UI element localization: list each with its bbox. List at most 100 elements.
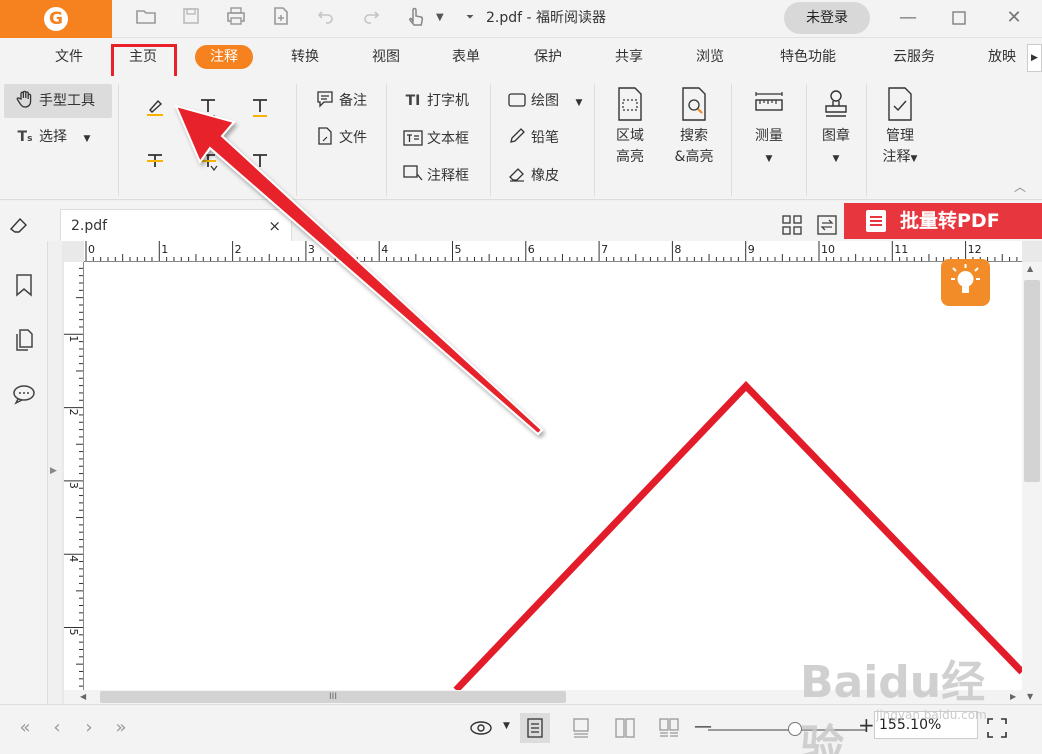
customize-dropdown-icon[interactable]: ⏷ — [466, 12, 474, 23]
ribbon-separator — [731, 84, 732, 196]
search-highlight-button[interactable]: 搜索 &高亮 — [667, 86, 721, 168]
reading-mode-icon[interactable] — [466, 713, 496, 743]
tab-presentation[interactable]: 放映 — [980, 38, 1024, 76]
search-highlight-icon — [682, 87, 706, 121]
save-icon[interactable] — [178, 6, 204, 32]
comments-icon[interactable] — [10, 383, 38, 411]
pages-icon[interactable] — [10, 328, 38, 356]
tab-annotate[interactable]: 注释 — [195, 45, 253, 69]
stamp-button[interactable]: 图章 ▼ — [814, 86, 858, 170]
stamp-dropdown-icon[interactable]: ▼ — [833, 154, 840, 164]
pointer-arrow — [174, 104, 544, 436]
ruler-icon — [755, 92, 783, 111]
strikeout-text-icon[interactable] — [141, 150, 169, 178]
ruler-label: 11 — [894, 243, 908, 256]
ruler-label: 5 — [67, 629, 80, 636]
tab-file[interactable]: 文件 — [46, 38, 92, 76]
zoom-out-icon[interactable]: — — [694, 716, 712, 737]
minimize-icon[interactable]: — — [884, 0, 932, 38]
tabs-scroll-right-icon[interactable]: ▶ — [1027, 44, 1042, 72]
maximize-icon[interactable] — [935, 0, 983, 38]
lightbulb-tip-button[interactable] — [941, 259, 990, 306]
tab-cloud[interactable]: 云服务 — [884, 38, 944, 76]
single-page-icon[interactable] — [520, 713, 550, 743]
scroll-left-icon[interactable]: ◀ — [80, 692, 86, 701]
close-icon[interactable]: ✕ — [990, 0, 1038, 38]
area-highlight-button[interactable]: 区域 高亮 — [605, 86, 655, 168]
manage-label-2: 注释 — [882, 149, 911, 165]
manage-dropdown-icon[interactable]: ▼ — [911, 154, 918, 164]
select-button[interactable]: Ts 选择 ▼ — [14, 122, 91, 152]
tab-view[interactable]: 视图 — [363, 38, 409, 76]
scroll-down-icon[interactable]: ▼ — [1027, 692, 1033, 701]
manage-comments-icon — [888, 87, 912, 121]
undo-icon[interactable] — [313, 6, 339, 32]
select-dropdown-icon[interactable]: ▼ — [83, 134, 90, 144]
ruler-label: 3 — [67, 482, 80, 489]
thumbnail-grid-icon[interactable] — [782, 215, 802, 239]
left-sidebar — [0, 241, 48, 704]
search-highlight-label-2: &高亮 — [674, 149, 714, 165]
expand-panel-icon[interactable]: ▶ — [50, 466, 57, 476]
previous-page-icon[interactable]: ‹ — [42, 713, 72, 743]
scroll-right-icon[interactable]: ▶ — [1010, 692, 1016, 701]
measure-dropdown-icon[interactable]: ▼ — [766, 154, 773, 164]
print-icon[interactable] — [223, 6, 249, 32]
ruler-label: 2 — [67, 409, 80, 416]
ruler-label: 12 — [968, 243, 982, 256]
ruler-label: 9 — [748, 243, 755, 256]
baidu-watermark: Baidu经验 — [800, 657, 986, 754]
ruler-label: 1 — [67, 335, 80, 342]
continuous-page-icon[interactable] — [566, 713, 596, 743]
touch-hand-icon[interactable] — [403, 6, 429, 32]
batch-convert-pdf-button[interactable]: 批量转PDF — [844, 203, 1042, 239]
ruler-label: 4 — [67, 555, 80, 562]
measure-label: 测量 — [755, 128, 783, 144]
text-select-icon: Ts — [17, 129, 33, 145]
document-tab-name: 2.pdf — [71, 218, 108, 234]
redo-icon[interactable] — [358, 6, 384, 32]
foxit-logo-icon: G — [44, 7, 68, 31]
measure-button[interactable]: 测量 ▼ — [746, 86, 792, 170]
ruler-label: 7 — [601, 243, 608, 256]
tab-convert[interactable]: 转换 — [282, 38, 328, 76]
app-logo[interactable]: G — [0, 0, 112, 38]
ruler-label: 0 — [88, 243, 95, 256]
ribbon-separator — [118, 84, 119, 196]
next-page-icon[interactable]: › — [74, 713, 104, 743]
baidu-watermark-url: jingyan.baidu.com — [876, 708, 987, 722]
ruler-label: 10 — [821, 243, 835, 256]
tab-form[interactable]: 表单 — [443, 38, 489, 76]
highlight-pen-icon[interactable] — [141, 96, 169, 124]
hand-tool-button[interactable]: 手型工具 — [4, 84, 112, 118]
login-button[interactable]: 未登录 — [784, 2, 870, 34]
ribbon-separator — [594, 84, 595, 196]
open-folder-icon[interactable] — [133, 6, 159, 32]
tab-share[interactable]: 共享 — [606, 38, 652, 76]
switch-window-icon[interactable] — [817, 215, 837, 239]
manage-comments-button[interactable]: 管理 注释▼ — [876, 86, 924, 170]
last-page-icon[interactable]: » — [106, 713, 136, 743]
horizontal-scroll-thumb[interactable]: III — [100, 691, 566, 703]
vertical-scroll-thumb[interactable] — [1024, 280, 1040, 482]
tab-features[interactable]: 特色功能 — [770, 38, 846, 76]
tab-browse[interactable]: 浏览 — [687, 38, 733, 76]
stamp-icon — [825, 90, 847, 117]
new-file-icon[interactable] — [268, 6, 294, 32]
reading-mode-dropdown-icon[interactable]: ▼ — [503, 721, 510, 731]
continuous-facing-icon[interactable] — [654, 713, 684, 743]
touch-dropdown-icon[interactable]: ▼ — [436, 12, 444, 23]
manage-label-1: 管理 — [886, 128, 914, 144]
vertical-ruler: 1 2 3 4 5 — [64, 262, 84, 690]
first-page-icon[interactable]: « — [10, 713, 40, 743]
bookmark-icon[interactable] — [10, 273, 38, 301]
drawing-dropdown-icon[interactable]: ▼ — [575, 98, 582, 108]
window-title: 2.pdf - 福昕阅读器 — [486, 10, 607, 26]
hand-tool-label: 手型工具 — [39, 93, 95, 109]
facing-pages-icon[interactable] — [610, 713, 640, 743]
scroll-up-icon[interactable]: ▲ — [1027, 264, 1033, 273]
tab-protect[interactable]: 保护 — [525, 38, 571, 76]
lightbulb-icon — [951, 264, 980, 293]
eraser-tool-icon[interactable] — [8, 214, 32, 238]
collapse-ribbon-icon[interactable]: ︿ — [1014, 178, 1026, 195]
